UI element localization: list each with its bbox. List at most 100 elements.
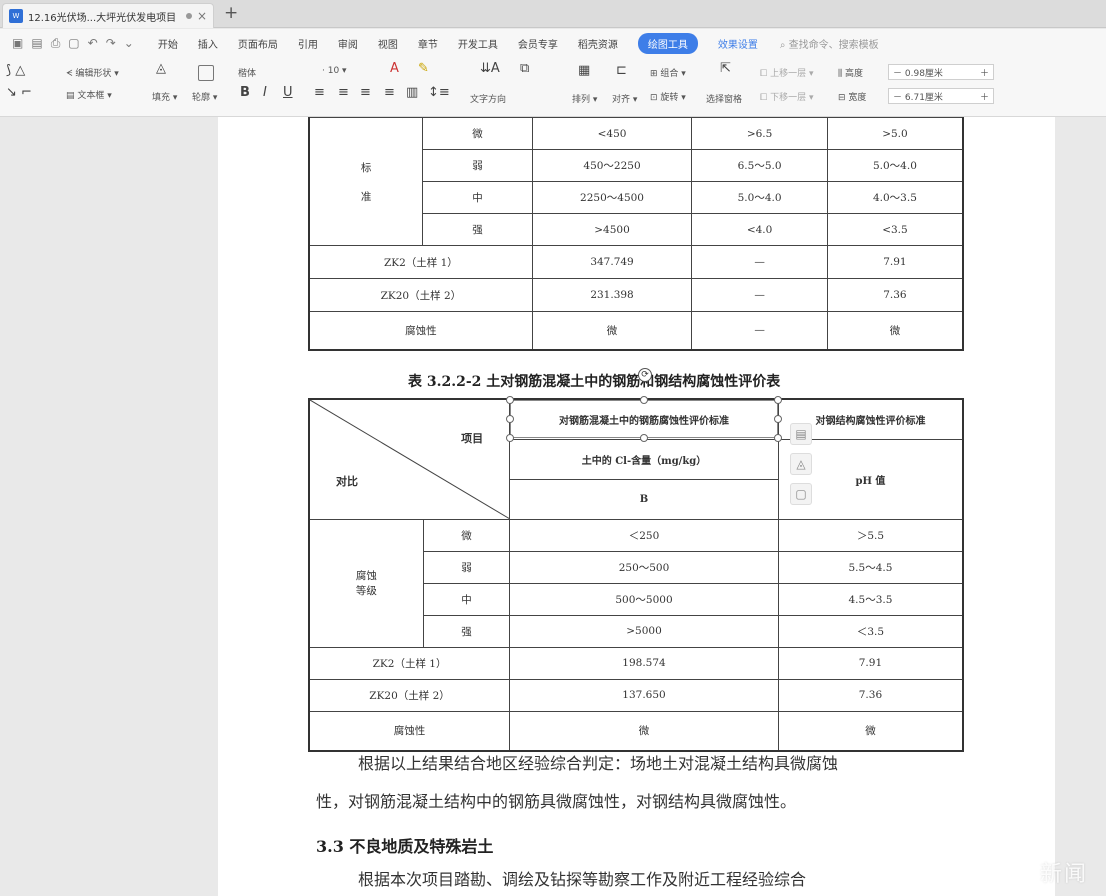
text-box-button[interactable]: ▤ 文本框 ▾ [66,88,112,101]
value-cell: 4.5～3.5 [777,582,964,616]
align-objects-icon[interactable]: ⊏ [616,63,627,78]
document-tab[interactable]: W 12.16光伏场...大坪光伏发电项目 × [2,3,214,28]
document-page: 标 准 微 <450 >6.5 >5.0 弱 450～2250 6.5～5.0 … [218,117,1055,896]
distribute-icon[interactable]: ▥ [406,85,418,100]
undo-icon[interactable]: ↶ [88,36,98,51]
edit-shape-button[interactable]: ᗕ 编辑形状 ▾ [66,66,119,79]
value-cell: 5.0～4.0 [691,181,828,214]
font-size-select[interactable]: · 10 ▾ [322,66,347,76]
align-center-icon[interactable]: ≡ [338,85,349,100]
justify-icon[interactable]: ≡ [384,85,395,100]
resize-handle[interactable] [640,396,648,404]
select-pane-icon[interactable]: ⇱ [720,61,731,76]
new-tab-button[interactable]: + [224,3,238,23]
height-value: 0.98厘米 [904,69,943,79]
resize-handle[interactable] [506,396,514,404]
send-backward-label: 下移一层 [770,93,807,103]
resize-handle[interactable] [774,415,782,423]
text-direction-button[interactable]: 文字方向 [470,92,506,105]
arrange-icon[interactable]: ▦ [578,63,590,78]
highlight-icon[interactable]: ✎ [418,61,429,76]
shape-icon[interactable]: ⟆ △ [6,63,25,78]
sample-name-cell: ZK20（土样 2） [308,278,533,312]
menu-member[interactable]: 会员专享 [518,36,558,51]
text-direction-icon[interactable]: ⇊A [480,61,500,76]
menu-home[interactable]: 开始 [158,36,178,51]
menu-insert[interactable]: 插入 [198,36,218,51]
resize-handle[interactable] [774,434,782,442]
grade-cell: 中 [422,582,511,616]
arrange-button[interactable]: 排列 ▾ [572,92,597,105]
compare-label: 对比 [336,474,358,488]
outline-button[interactable]: 轮廓 ▾ [192,90,217,103]
sample-name-cell: 腐蚀性 [308,710,511,752]
value-cell: 微 [531,311,693,350]
italic-icon[interactable]: I [263,85,267,100]
redo-icon[interactable]: ↷ [106,36,116,51]
width-field[interactable]: － 6.71厘米 ＋ [888,88,994,104]
outline-icon[interactable] [198,65,214,81]
menu-developer[interactable]: 开发工具 [458,36,498,51]
line-spacing-icon[interactable]: ↕≡ [428,85,450,100]
grade-cell: 微 [422,518,511,552]
close-tab-icon[interactable]: × [197,9,207,23]
grade-cell: 强 [422,614,511,648]
sample-name-cell: 腐蚀性 [308,311,533,350]
sample-name-cell: ZK2（土样 1） [308,245,533,279]
fill-icon[interactable]: ◬ [156,61,166,76]
copy-format-icon[interactable]: ⧉ [520,61,529,76]
shape-fill-icon[interactable]: ◬ [790,453,812,475]
value-cell: ＜3.5 [777,614,964,648]
menu-view[interactable]: 视图 [378,36,398,51]
shape-outline-icon[interactable]: ▢ [790,483,812,505]
menu-page-layout[interactable]: 页面布局 [238,36,278,51]
resize-handle[interactable] [506,415,514,423]
line-icon[interactable]: ↘ ⌐ [6,85,32,100]
font-family-select[interactable]: 楷体 [238,66,256,79]
fill-button[interactable]: 填充 ▾ [152,90,177,103]
underline-icon[interactable]: U [283,85,293,100]
align-button[interactable]: 对齐 ▾ [612,92,637,105]
outline-label: 轮廓 [192,93,211,103]
font-color-icon[interactable]: A [390,61,399,76]
paragraph: 根据以上结果结合地区经验综合判定：场地土对混凝土结构具微腐蚀 [358,754,839,773]
rotate-button[interactable]: ⊡ 旋转 ▾ [650,90,686,103]
menu-section[interactable]: 章节 [418,36,438,51]
diagonal-line [310,400,509,519]
selected-textbox-frame[interactable] [510,400,778,438]
command-search[interactable]: ⌕ 查找命令、搜索模板 [780,36,879,51]
value-cell: 7.91 [777,646,964,680]
align-right-icon[interactable]: ≡ [360,85,371,100]
grade-cell: 弱 [422,550,511,584]
rotate-handle-icon[interactable]: ⟳ [638,368,652,382]
export-icon[interactable]: ▤ [31,36,42,51]
b-header: B [509,478,779,520]
align-left-icon[interactable]: ≡ [314,85,325,100]
value-cell: ＜250 [509,518,779,552]
grade-cell: 中 [422,181,533,214]
layout-options-icon[interactable]: ▤ [790,423,812,445]
resize-handle[interactable] [774,396,782,404]
bold-icon[interactable]: B [240,85,250,100]
send-backward-button[interactable]: ⧠ 下移一层 ▾ [760,90,813,103]
height-field[interactable]: － 0.98厘米 ＋ [888,64,994,80]
table-row: ZK2（土样 1） 347.749 — 7.91 [308,245,964,279]
value-cell: >6.5 [691,117,828,150]
select-pane-button[interactable]: 选择窗格 [706,92,742,105]
menu-drawing-tools[interactable]: 绘图工具 [637,32,698,54]
value-cell: 6.5～5.0 [691,149,828,182]
font-size-value: 10 [327,66,340,76]
print-icon[interactable]: ⎙ [51,36,61,51]
resize-handle[interactable] [640,434,648,442]
bring-forward-button[interactable]: ⧠ 上移一层 ▾ [760,66,813,79]
resize-handle[interactable] [506,434,514,442]
menu-resources[interactable]: 稻壳资源 [578,36,618,51]
value-cell: <3.5 [826,213,964,246]
menu-references[interactable]: 引用 [298,36,318,51]
save-icon[interactable]: ▣ [12,36,23,51]
preview-icon[interactable]: ▢ [68,36,79,51]
menu-review[interactable]: 审阅 [338,36,358,51]
menu-effect-settings[interactable]: 效果设置 [718,36,758,51]
more-icon[interactable]: ⌄ [124,36,134,51]
group-button[interactable]: ⊞ 组合 ▾ [650,66,686,79]
